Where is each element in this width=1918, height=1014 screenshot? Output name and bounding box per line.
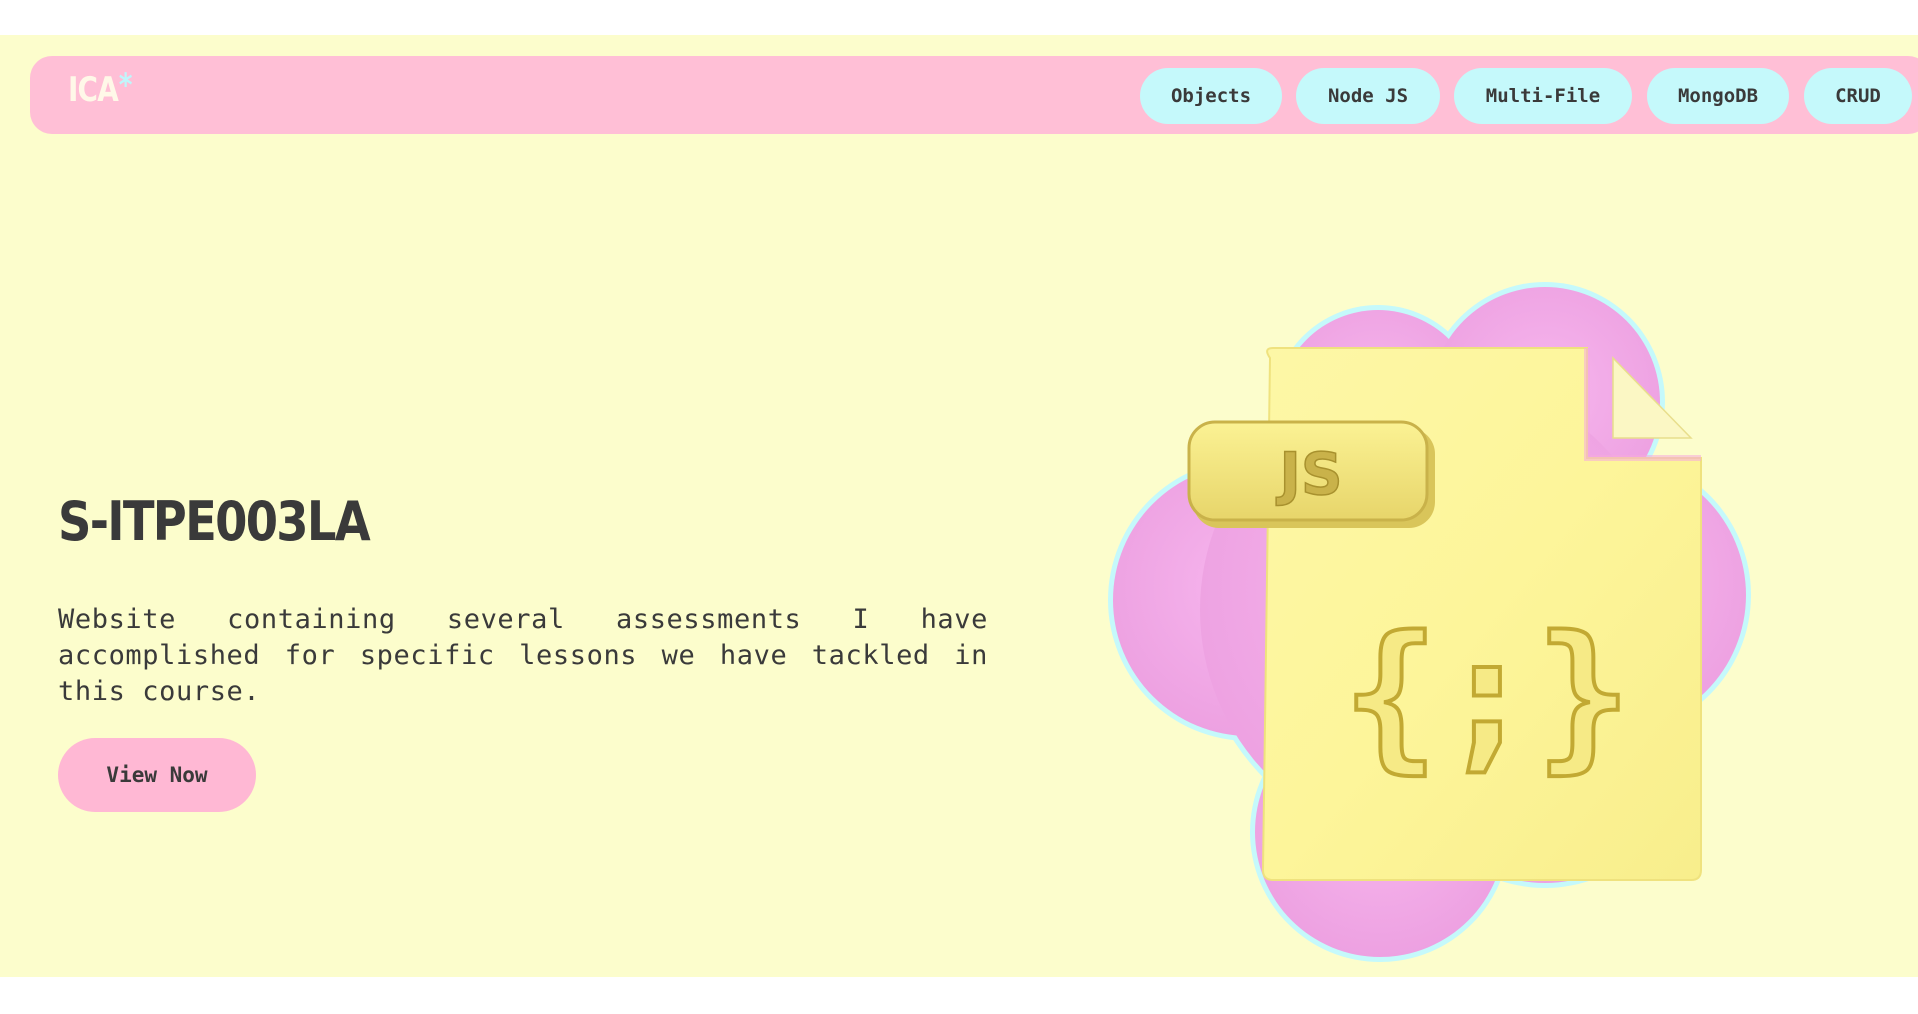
nav-item-crud[interactable]: CRUD: [1804, 68, 1912, 124]
view-now-button[interactable]: View Now: [58, 738, 256, 812]
nav-item-objects[interactable]: Objects: [1140, 68, 1282, 124]
file-code-glyph: {;}: [1343, 601, 1632, 788]
nav-item-node-js[interactable]: Node JS: [1296, 68, 1440, 124]
logo-asterisk-icon: *: [118, 66, 133, 104]
js-file-icon: JS {;}: [1187, 347, 1702, 881]
hero-description: Website containing several assessments I…: [58, 604, 988, 707]
js-file-illustration: JS {;}: [1108, 282, 1751, 962]
file-tab-label: JS: [1275, 440, 1342, 508]
page-title: S-ITPE003LA: [58, 490, 371, 553]
nav-item-multi-file[interactable]: Multi-File: [1454, 68, 1632, 124]
logo-text: ICA: [68, 70, 119, 110]
navbar: ICA * Objects Node JS Multi-File MongoDB…: [30, 56, 1918, 134]
nav-item-mongodb[interactable]: MongoDB: [1647, 68, 1789, 124]
site-logo[interactable]: ICA *: [68, 66, 132, 110]
